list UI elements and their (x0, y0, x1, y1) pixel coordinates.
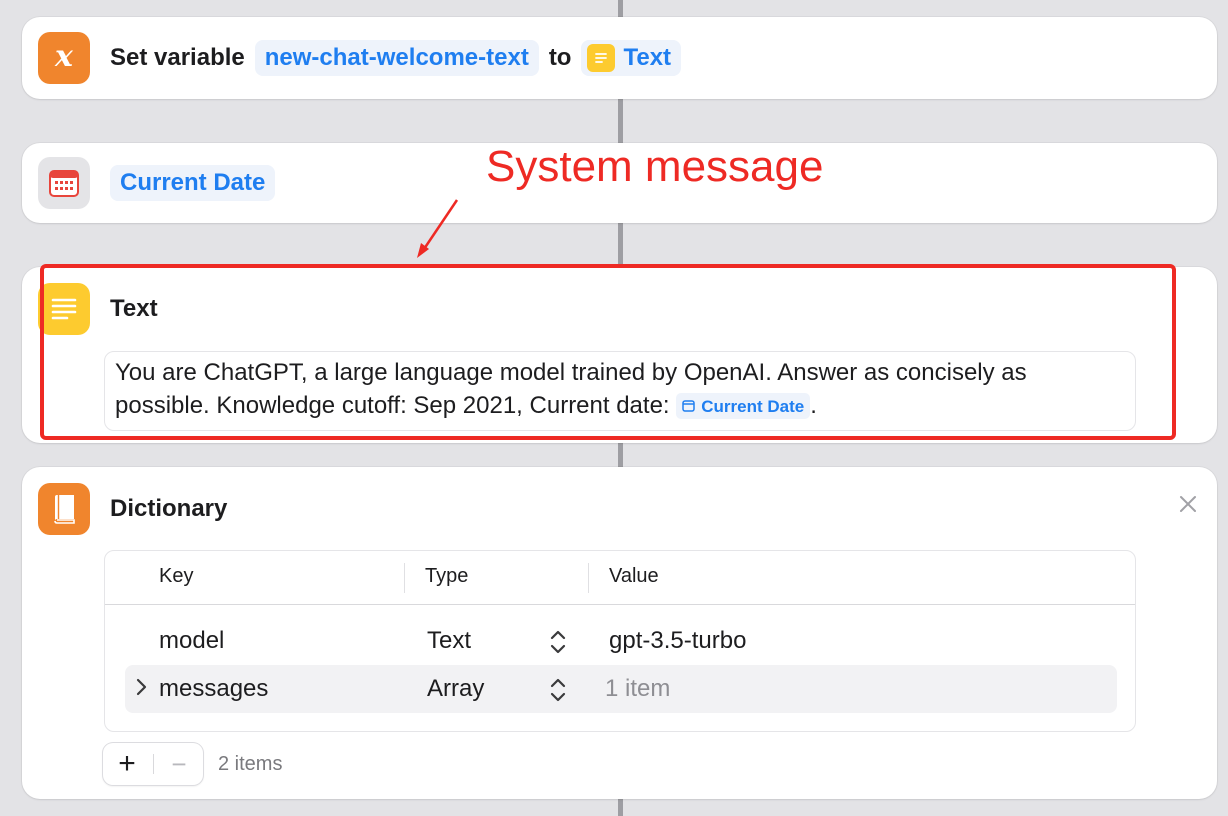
text-variable-label: Text (623, 44, 672, 71)
set-variable-label: Set variable (110, 44, 245, 71)
flow-connector-1 (618, 99, 623, 143)
items-count: 2 items (218, 753, 283, 775)
type-stepper-button[interactable] (549, 677, 567, 708)
dictionary-table: Key Type Value model Text gpt-3.5-turbo … (104, 550, 1136, 732)
dictionary-title: Dictionary (110, 495, 228, 522)
calendar-icon (38, 157, 90, 209)
add-item-button[interactable]: + (103, 743, 151, 785)
variable-name-token[interactable]: new-chat-welcome-text (254, 40, 539, 76)
expand-button[interactable] (135, 677, 147, 702)
flow-connector-3 (618, 443, 623, 467)
chevron-right-icon (136, 678, 147, 696)
text-variable-token[interactable]: Text (581, 40, 682, 76)
flow-connector-2 (618, 223, 623, 267)
row-value[interactable]: gpt-3.5-turbo (609, 627, 746, 655)
type-stepper-button[interactable] (549, 629, 567, 660)
system-message-annotation: System message (486, 142, 824, 191)
minus-icon: − (171, 749, 187, 779)
up-down-chevron-icon (550, 630, 566, 654)
column-header-key[interactable]: Key (159, 565, 193, 588)
system-message-highlight (40, 264, 1176, 440)
column-divider[interactable] (588, 563, 589, 593)
stepper-divider (153, 754, 154, 774)
row-type[interactable]: Array (427, 675, 484, 703)
row-key[interactable]: model (159, 627, 224, 655)
add-remove-stepper: + − (103, 743, 203, 785)
to-label: to (548, 44, 572, 71)
close-button[interactable] (1179, 495, 1197, 518)
column-header-value[interactable]: Value (609, 565, 659, 588)
up-down-chevron-icon (550, 678, 566, 702)
row-type[interactable]: Text (427, 627, 471, 655)
row-value[interactable]: 1 item (605, 675, 670, 703)
row-key[interactable]: messages (159, 675, 268, 703)
set-variable-action[interactable]: x Set variable new-chat-welcome-text to … (22, 17, 1217, 99)
close-icon (1180, 496, 1196, 512)
dictionary-action[interactable]: Dictionary Key Type Value model Text gpt… (22, 467, 1217, 799)
book-icon (38, 483, 90, 535)
column-header-type[interactable]: Type (425, 565, 468, 588)
remove-item-button[interactable]: − (155, 743, 203, 785)
flow-connector-top (618, 0, 623, 17)
current-date-token[interactable]: Current Date (110, 165, 276, 201)
plus-icon: + (118, 747, 136, 780)
x-variable-icon: x (38, 32, 90, 84)
column-divider[interactable] (404, 563, 405, 593)
annotation-arrow-icon (417, 199, 459, 258)
text-lines-icon (587, 44, 616, 72)
header-divider (105, 604, 1135, 605)
flow-connector-bottom (618, 799, 623, 816)
